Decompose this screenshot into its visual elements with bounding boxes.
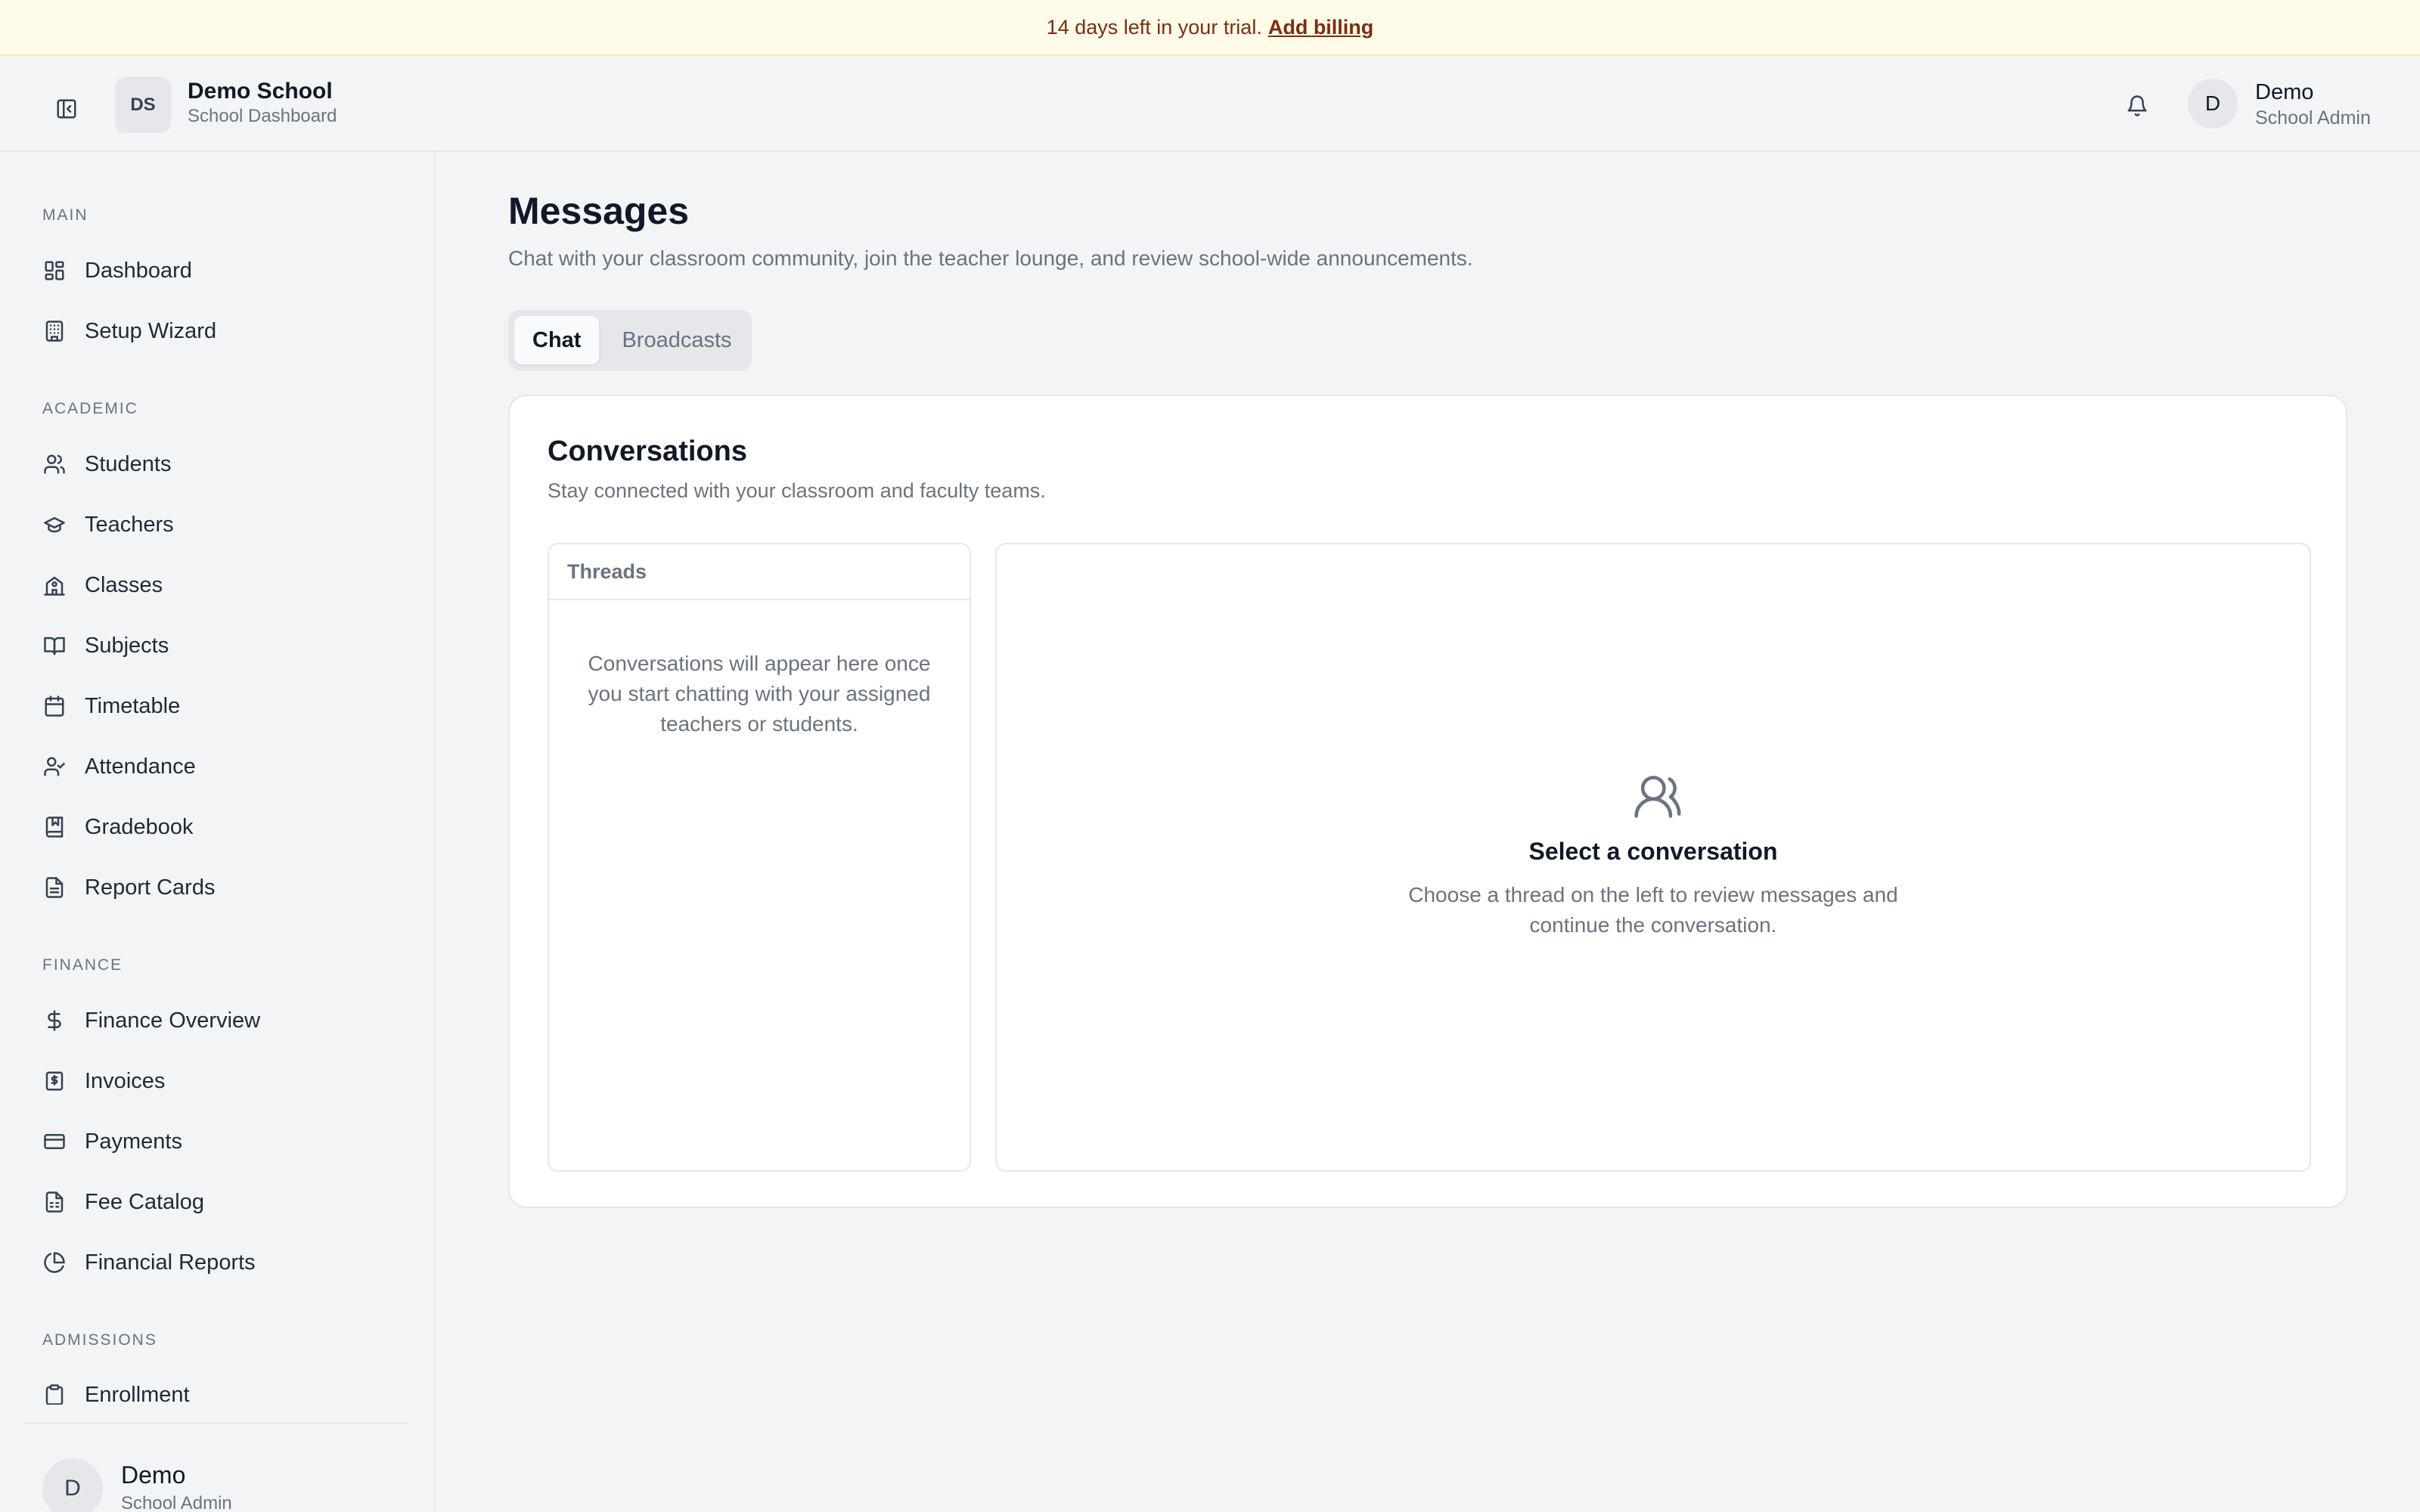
- sidebar-nav[interactable]: MAIN Dashboard Setup Wizard ACADEMIC Stu…: [0, 152, 434, 1405]
- school-subtitle: School Dashboard: [188, 106, 337, 126]
- sidebar-item-label: Enrollment: [85, 1382, 190, 1405]
- card-subtitle: Stay connected with your classroom and f…: [548, 479, 1046, 502]
- tab-chat[interactable]: Chat: [514, 316, 600, 364]
- empty-state-title: Select a conversation: [1528, 838, 1778, 865]
- card-title: Conversations: [548, 435, 747, 467]
- bookmark-book-icon: [42, 815, 67, 839]
- users-icon: [1632, 771, 1683, 823]
- sidebar-item-timetable[interactable]: Timetable: [30, 682, 408, 730]
- message-tabs: Chat Broadcasts: [508, 310, 752, 370]
- sidebar-item-label: Attendance: [85, 754, 196, 779]
- sidebar-item-classes[interactable]: Classes: [30, 561, 408, 609]
- sidebar-toggle-button[interactable]: [45, 88, 88, 130]
- dollar-icon: [42, 1009, 67, 1033]
- sidebar-item-label: Setup Wizard: [85, 318, 217, 343]
- user-name: Demo: [2255, 80, 2314, 104]
- users-icon: [42, 452, 67, 476]
- sidebar-user-role: School Admin: [121, 1493, 232, 1512]
- sidebar-item-attendance[interactable]: Attendance: [30, 742, 408, 791]
- empty-state-description: Choose a thread on the left to review me…: [1408, 883, 1898, 937]
- dashboard-icon: [42, 259, 67, 283]
- section-label-main: MAIN: [42, 206, 88, 224]
- sidebar-item-students[interactable]: Students: [30, 440, 408, 488]
- threads-panel[interactable]: Threads Conversations will appear here o…: [548, 543, 971, 1172]
- sidebar-item-invoices[interactable]: Invoices: [30, 1057, 408, 1105]
- sidebar-item-subjects[interactable]: Subjects: [30, 621, 408, 670]
- user-avatar[interactable]: D: [2188, 79, 2238, 129]
- trial-banner: 14 days left in your trial. Add billing: [0, 0, 2420, 56]
- book-open-icon: [42, 634, 67, 658]
- building-icon: [42, 319, 67, 343]
- sidebar-item-payments[interactable]: Payments: [30, 1117, 408, 1166]
- top-header: DS Demo School School Dashboard D Demo S…: [0, 56, 2420, 152]
- file-text-icon: [42, 875, 67, 900]
- sidebar-item-label: Classes: [85, 572, 163, 597]
- sidebar-item-label: Timetable: [85, 693, 181, 718]
- clipboard-icon: [42, 1383, 67, 1405]
- credit-card-icon: [42, 1129, 67, 1154]
- sidebar-item-dashboard[interactable]: Dashboard: [30, 246, 408, 295]
- notifications-button[interactable]: [2118, 86, 2157, 125]
- sidebar-item-label: Financial Reports: [85, 1250, 256, 1275]
- sidebar-item-teachers[interactable]: Teachers: [30, 500, 408, 549]
- receipt-icon: [42, 1069, 67, 1093]
- sidebar-item-finance-overview[interactable]: Finance Overview: [30, 996, 408, 1045]
- sidebar-item-report-cards[interactable]: Report Cards: [30, 863, 408, 912]
- threads-empty-text: Conversations will appear here once you …: [588, 652, 931, 736]
- trial-banner-text: 14 days left in your trial.: [1046, 15, 1262, 39]
- graduation-cap-icon: [42, 513, 67, 537]
- sidebar-item-financial-reports[interactable]: Financial Reports: [30, 1238, 408, 1287]
- sidebar-item-label: Report Cards: [85, 875, 216, 900]
- sidebar-item-label: Students: [85, 451, 172, 476]
- sidebar-item-enrollment[interactable]: Enrollment: [30, 1371, 408, 1405]
- school-logo-badge: DS: [115, 77, 171, 133]
- user-check-icon: [42, 754, 67, 779]
- sidebar-item-gradebook[interactable]: Gradebook: [30, 803, 408, 851]
- conversations-card: Conversations Stay connected with your c…: [508, 395, 2347, 1208]
- tab-broadcasts[interactable]: Broadcasts: [603, 316, 749, 364]
- page-title: Messages: [508, 190, 690, 232]
- sidebar: MAIN Dashboard Setup Wizard ACADEMIC Stu…: [0, 152, 436, 1512]
- file-spreadsheet-icon: [42, 1190, 67, 1214]
- sidebar-item-label: Gradebook: [85, 814, 194, 839]
- bell-icon: [2127, 95, 2147, 116]
- school-name: Demo School: [188, 79, 333, 104]
- calendar-icon: [42, 694, 67, 718]
- sidebar-item-label: Dashboard: [85, 258, 192, 283]
- section-label-admissions: ADMISSIONS: [42, 1331, 157, 1349]
- sidebar-divider: [24, 1422, 408, 1424]
- panel-left-close-icon: [57, 99, 76, 119]
- conversation-panel: Select a conversation Choose a thread on…: [995, 543, 2311, 1172]
- sidebar-user-name: Demo: [121, 1461, 186, 1489]
- sidebar-item-label: Payments: [85, 1129, 182, 1154]
- threads-header: Threads: [549, 544, 970, 600]
- add-billing-link[interactable]: Add billing: [1268, 16, 1373, 39]
- school-icon: [42, 573, 67, 597]
- user-role: School Admin: [2255, 107, 2371, 129]
- sidebar-item-label: Subjects: [85, 633, 169, 658]
- sidebar-item-setup-wizard[interactable]: Setup Wizard: [30, 307, 408, 355]
- sidebar-item-label: Finance Overview: [85, 1008, 261, 1033]
- page-subtitle: Chat with your classroom community, join…: [508, 246, 1473, 270]
- sidebar-item-fee-catalog[interactable]: Fee Catalog: [30, 1178, 408, 1226]
- section-label-finance: FINANCE: [42, 956, 123, 974]
- sidebar-item-label: Fee Catalog: [85, 1189, 204, 1214]
- sidebar-item-label: Invoices: [85, 1068, 166, 1093]
- pie-chart-icon: [42, 1250, 67, 1275]
- sidebar-item-label: Teachers: [85, 512, 174, 537]
- section-label-academic: ACADEMIC: [42, 400, 138, 417]
- sidebar-user-avatar[interactable]: D: [42, 1458, 103, 1512]
